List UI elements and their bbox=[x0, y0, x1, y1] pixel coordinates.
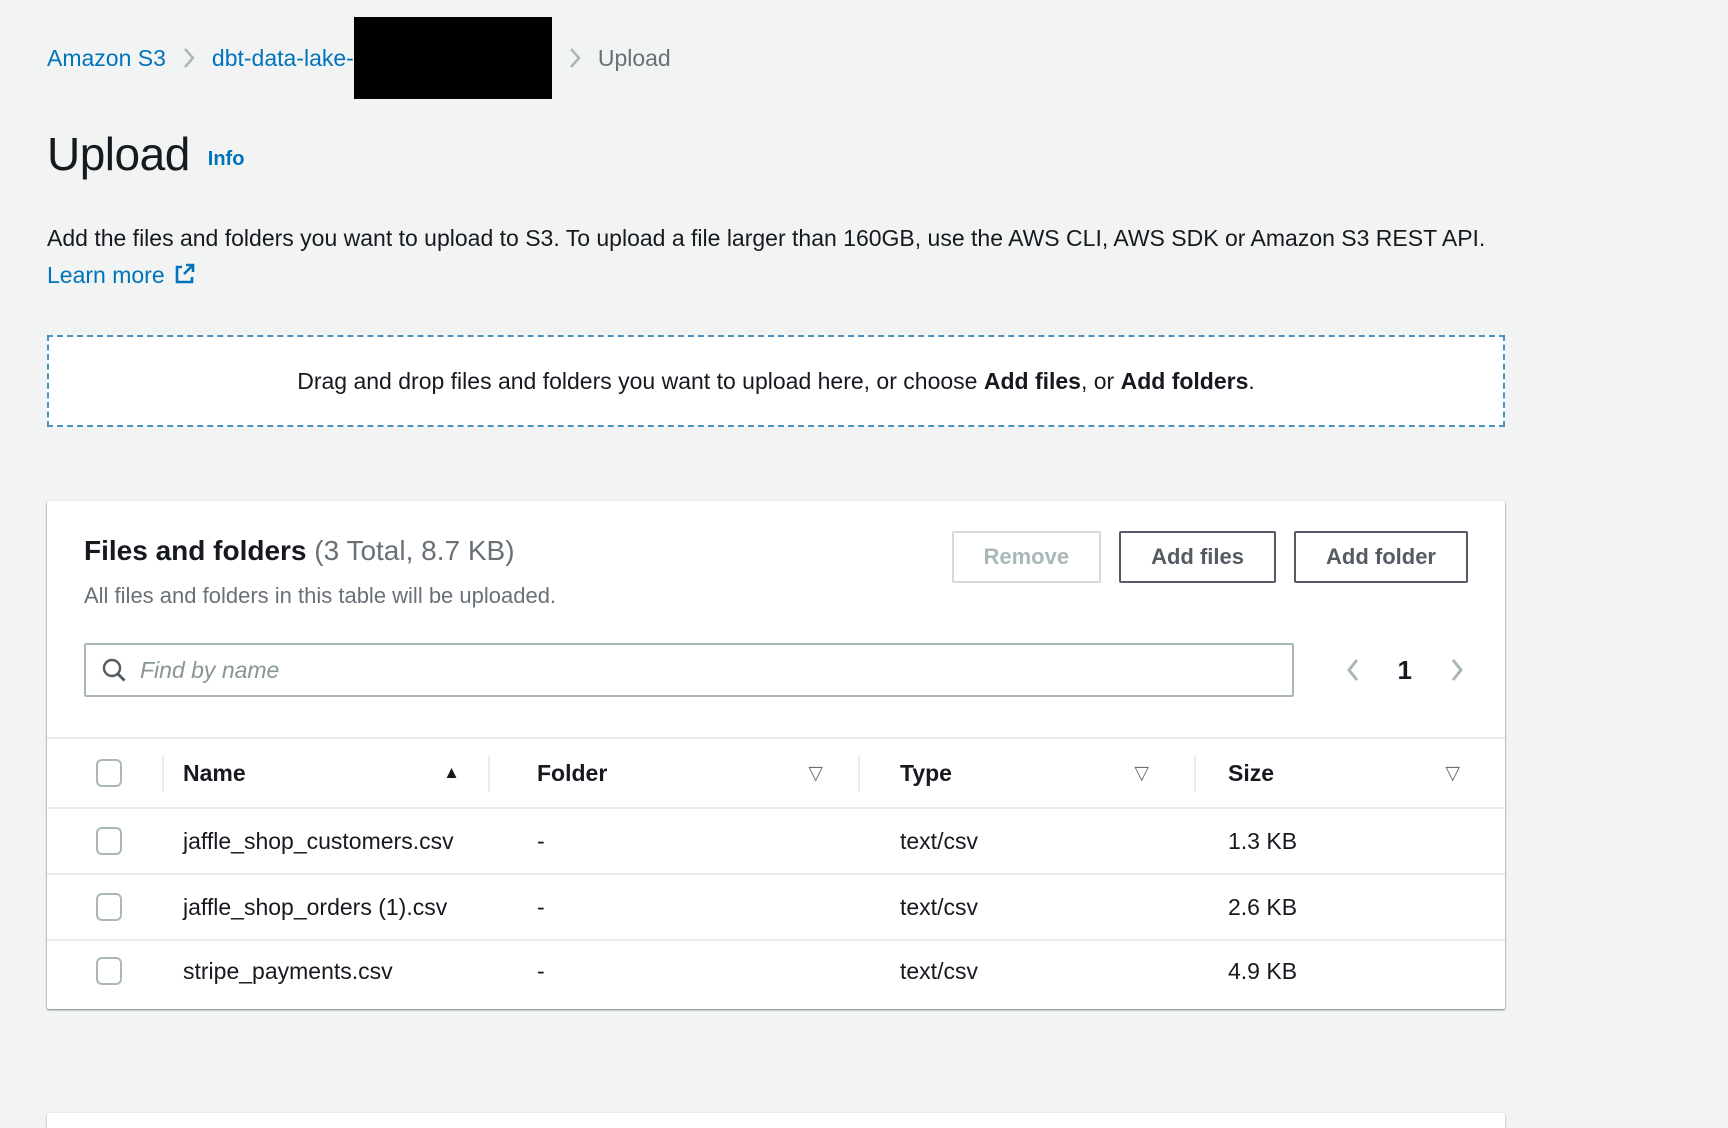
file-size: 2.6 KB bbox=[1194, 874, 1505, 940]
pagination: 1 bbox=[1344, 655, 1466, 686]
learn-more-link[interactable]: Learn more bbox=[47, 262, 196, 288]
files-table: Name▲ Folder▽ Type▽ Size▽ jaffle_s bbox=[47, 737, 1505, 1005]
column-header-name[interactable]: Name ▲ bbox=[162, 738, 488, 808]
panel-count: (3 Total, 8.7 KB) bbox=[314, 535, 514, 566]
breadcrumb-bucket-link[interactable]: dbt-data-lake- bbox=[212, 17, 552, 99]
page-title: Upload bbox=[47, 128, 190, 180]
chevron-left-icon bbox=[1344, 655, 1362, 685]
panel-header-text: Files and folders (3 Total, 8.7 KB) All … bbox=[84, 535, 556, 609]
file-folder: - bbox=[488, 874, 858, 940]
select-all-checkbox[interactable] bbox=[96, 759, 122, 787]
sort-icon: ▽ bbox=[808, 762, 823, 785]
table-row: stripe_payments.csv - text/csv 4.9 KB bbox=[47, 940, 1505, 1005]
panel-header: Files and folders (3 Total, 8.7 KB) All … bbox=[47, 535, 1505, 609]
breadcrumb-bucket-label[interactable]: dbt-data-lake- bbox=[212, 45, 354, 72]
s3-upload-page: Amazon S3 dbt-data-lake- Upload Upload In… bbox=[0, 0, 1728, 1128]
table-row: jaffle_shop_customers.csv - text/csv 1.3… bbox=[47, 808, 1505, 874]
panel-title: Files and folders (3 Total, 8.7 KB) bbox=[84, 535, 556, 567]
next-page-button[interactable] bbox=[1448, 655, 1466, 685]
column-header-size[interactable]: Size ▽ bbox=[1194, 738, 1505, 808]
column-label-name: Name bbox=[183, 760, 246, 787]
remove-button[interactable]: Remove bbox=[952, 531, 1102, 583]
row-checkbox[interactable] bbox=[96, 827, 122, 855]
search-icon bbox=[100, 656, 128, 684]
learn-more-label: Learn more bbox=[47, 262, 165, 288]
row-checkbox[interactable] bbox=[96, 893, 122, 921]
file-type: text/csv bbox=[858, 808, 1194, 874]
file-size: 4.9 KB bbox=[1194, 940, 1505, 1005]
breadcrumb: Amazon S3 dbt-data-lake- Upload bbox=[47, 44, 1505, 72]
breadcrumb-amazon-s3-link[interactable]: Amazon S3 bbox=[47, 45, 166, 72]
files-and-folders-panel: Files and folders (3 Total, 8.7 KB) All … bbox=[47, 501, 1505, 1009]
redacted-bucket-name bbox=[354, 17, 552, 99]
sort-icon: ▽ bbox=[1445, 762, 1460, 785]
column-header-type[interactable]: Type ▽ bbox=[858, 738, 1194, 808]
column-header-folder[interactable]: Folder ▽ bbox=[488, 738, 858, 808]
file-size: 1.3 KB bbox=[1194, 808, 1505, 874]
search-box[interactable] bbox=[84, 643, 1294, 697]
description-text: Add the files and folders you want to up… bbox=[47, 225, 1485, 251]
breadcrumb-current-upload: Upload bbox=[598, 45, 671, 72]
page-description: Add the files and folders you want to up… bbox=[47, 220, 1495, 297]
file-folder: - bbox=[488, 808, 858, 874]
table-toolbar: 1 bbox=[47, 643, 1505, 697]
dropzone-text: Drag and drop files and folders you want… bbox=[297, 368, 1255, 395]
table-header-row: Name ▲ Folder ▽ Type ▽ Size ▽ bbox=[47, 738, 1505, 808]
drag-and-drop-zone[interactable]: Drag and drop files and folders you want… bbox=[47, 335, 1505, 427]
previous-page-button[interactable] bbox=[1344, 655, 1362, 685]
file-type: text/csv bbox=[858, 940, 1194, 1005]
panel-actions: Remove Add files Add folder bbox=[952, 531, 1469, 583]
info-link[interactable]: Info bbox=[208, 148, 245, 170]
search-input[interactable] bbox=[140, 645, 1278, 695]
chevron-right-icon bbox=[1448, 655, 1466, 685]
row-checkbox[interactable] bbox=[96, 957, 122, 985]
table-row: jaffle_shop_orders (1).csv - text/csv 2.… bbox=[47, 874, 1505, 940]
column-label-folder: Folder bbox=[537, 760, 607, 787]
add-folder-button[interactable]: Add folder bbox=[1294, 531, 1468, 583]
file-name: stripe_payments.csv bbox=[162, 940, 488, 1005]
column-label-type: Type bbox=[900, 760, 952, 787]
file-folder: - bbox=[488, 940, 858, 1005]
sort-ascending-icon: ▲ bbox=[443, 763, 460, 783]
panel-subtitle: All files and folders in this table will… bbox=[84, 583, 556, 609]
file-name: jaffle_shop_orders (1).csv bbox=[162, 874, 488, 940]
chevron-right-icon bbox=[567, 45, 583, 71]
file-name: jaffle_shop_customers.csv bbox=[162, 808, 488, 874]
page-number[interactable]: 1 bbox=[1398, 655, 1412, 686]
title-row: Upload Info bbox=[47, 126, 1505, 182]
add-files-button[interactable]: Add files bbox=[1119, 531, 1276, 583]
select-all-header bbox=[47, 738, 162, 808]
next-section-card-edge bbox=[47, 1113, 1505, 1128]
chevron-right-icon bbox=[181, 45, 197, 71]
external-link-icon bbox=[172, 260, 196, 297]
sort-icon: ▽ bbox=[1134, 762, 1149, 785]
column-label-size: Size bbox=[1228, 760, 1274, 787]
file-type: text/csv bbox=[858, 874, 1194, 940]
